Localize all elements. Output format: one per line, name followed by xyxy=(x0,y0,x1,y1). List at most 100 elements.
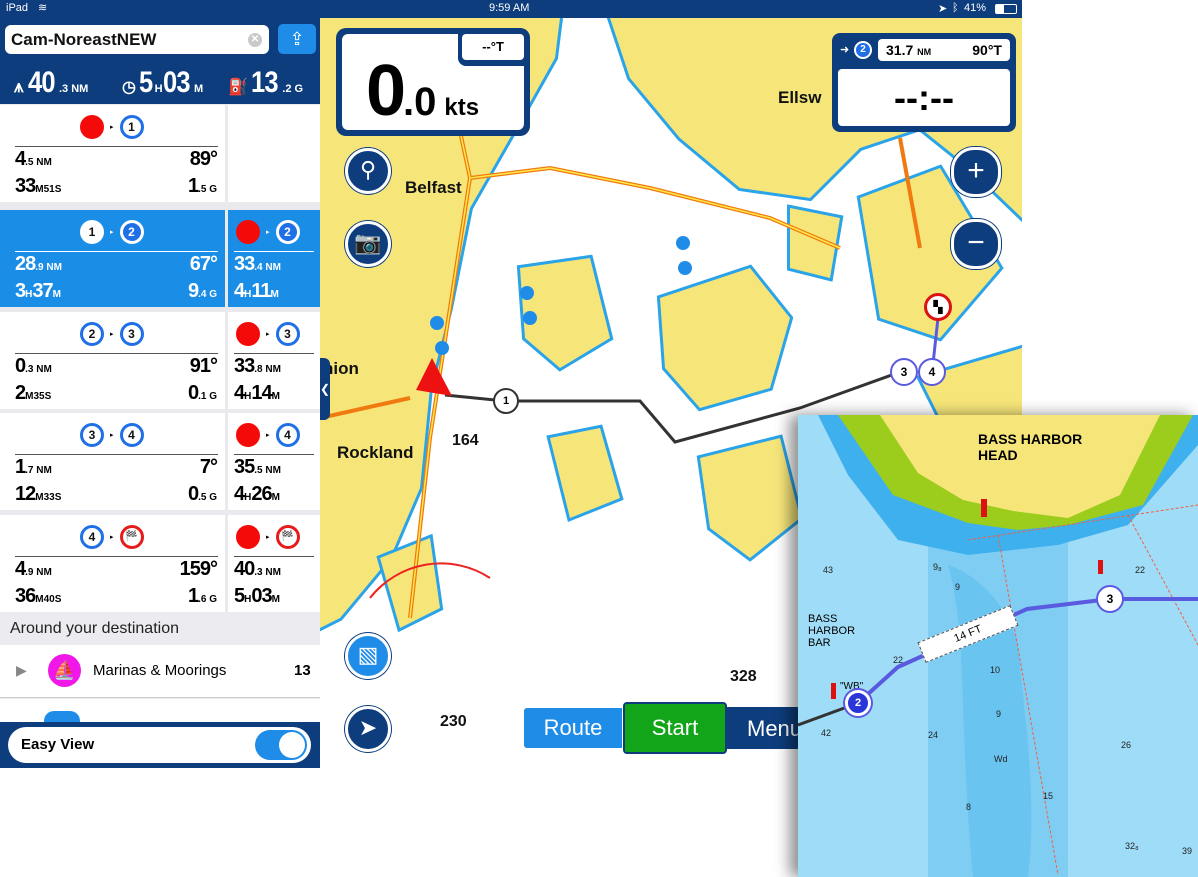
leg-distance: 28.9 NM xyxy=(15,253,62,276)
leg-fuel: 0.5 G xyxy=(188,483,217,506)
sounding-label: 26 xyxy=(1121,740,1132,750)
leg-details[interactable]: 2 ▸ 3 0.3 NM 91° 2 M35S 0.1 G xyxy=(0,312,225,409)
leg-distance: 4.5 NM xyxy=(15,148,52,171)
sounding-label: 42 xyxy=(821,728,832,738)
waypoint-3[interactable]: 3 xyxy=(1096,585,1124,613)
leg-time: 33 M51S xyxy=(15,175,61,198)
leg-time: 3 H 37 M xyxy=(15,280,61,303)
inset-chart: BASS HARBOR HEAD BASS HARBOR BAR 14 FT "WB"… xyxy=(798,415,1198,877)
value-part: 89° xyxy=(189,148,218,170)
layers-button[interactable]: ▧ xyxy=(345,633,391,679)
collapse-panel-handle[interactable]: ❮ xyxy=(320,358,330,420)
depth-label: 164 xyxy=(452,432,479,449)
leg-details[interactable]: 1 ▸ 2 28.9 NM 67° 3 H 37 M 9.4 G xyxy=(0,210,225,307)
value-part: 3 xyxy=(15,280,26,302)
waypoint-badge: 3 xyxy=(119,322,144,346)
leg-details[interactable]: 4 ▸ 🏁 4.9 NM 159° 36 M40S 1.6 G xyxy=(0,515,225,612)
value-part: 33 xyxy=(15,175,36,197)
cumulative-details[interactable]: ▸ 🏁 40.3 NM 5 H 03 M xyxy=(228,515,320,612)
cumulative-details[interactable]: ▸ 2 33.4 NM 4 H 11 M xyxy=(228,210,320,307)
leg-bearing: 67° xyxy=(190,253,218,276)
zoom-in-button[interactable]: + xyxy=(951,147,1001,197)
total-distance: ⩚ 40.3 NM xyxy=(14,66,88,100)
value-part: 03 xyxy=(162,66,191,99)
value-part: .6 G xyxy=(198,594,217,605)
menu-button[interactable]: Menu xyxy=(727,707,807,749)
minus-icon: − xyxy=(967,226,985,259)
cumulative-time: 4 H 11 M xyxy=(234,280,279,303)
value-part: 91° xyxy=(189,355,218,377)
sounding-label: 32₈ xyxy=(1125,841,1139,851)
start-point-icon xyxy=(236,220,260,244)
value-part: .5 NM xyxy=(254,465,281,476)
sounding-label: 10 xyxy=(990,665,1001,675)
sounding-label: 39 xyxy=(1182,846,1193,856)
inset-canvas xyxy=(798,415,1198,877)
next-wp-bearing: 90°T xyxy=(972,42,1002,58)
camera-icon: 📷 xyxy=(354,230,382,255)
value-part: 1 xyxy=(187,585,199,607)
leg-row[interactable]: 2 ▸ 3 0.3 NM 91° 2 M35S 0.1 G ▸ 3 33.8 NM 4H… xyxy=(0,312,320,409)
cumulative-details[interactable]: ▸ 3 33.8 NM 4 H 14 M xyxy=(228,312,320,409)
category-marinas[interactable]: ▶ ⛵ Marinas & Moorings 13 xyxy=(0,645,320,698)
easy-view-bar: Easy View xyxy=(0,722,320,768)
leg-bearing: 159° xyxy=(180,558,218,581)
sounding-label: 22 xyxy=(893,655,904,665)
category-partial[interactable] xyxy=(0,699,320,731)
leg-row[interactable]: 4 ▸ 🏁 4.9 NM 159° 36 M40S 1.6 G ▸ 🏁 40.3 NM … xyxy=(0,515,320,612)
value-part: .2 G xyxy=(282,83,304,95)
leg-details[interactable]: ▸ 1 4.5 NM 89° 33 M51S 1.5 G xyxy=(0,105,225,202)
value-part: 9 xyxy=(187,280,199,302)
arrow-icon: ▸ xyxy=(110,432,114,439)
leg-row[interactable]: 3 ▸ 4 1.7 NM 7° 12 M33S 0.5 G ▸ 4 35.5 NM 4H… xyxy=(0,413,320,510)
zoom-out-button[interactable]: − xyxy=(951,219,1001,269)
leg-row[interactable]: 1 ▸ 2 28.9 NM 67° 3 H 37 M 9.4 G ▸ 2 33.4 NM 4… xyxy=(0,210,320,307)
leg-fuel: 9.4 G xyxy=(188,280,217,303)
value-part: H xyxy=(244,492,252,503)
value-part: 26 xyxy=(251,483,272,505)
leg-row[interactable]: ▸ 1 4.5 NM 89° 33 M51S 1.5 G xyxy=(0,105,320,202)
start-button[interactable]: Start xyxy=(623,702,727,754)
arrow-icon: ▸ xyxy=(110,534,114,541)
finish-flag-icon[interactable]: ▚ xyxy=(924,293,952,321)
layers-icon: ▧ xyxy=(357,642,379,667)
value-part: M xyxy=(52,289,61,300)
value-part: 36 xyxy=(15,585,36,607)
camera-button[interactable]: 📷 xyxy=(345,221,391,267)
arrow-icon: ▸ xyxy=(110,331,114,338)
route-button[interactable]: Route xyxy=(523,707,623,749)
cumulative-distance: 33.8 NM xyxy=(234,355,281,378)
clear-icon[interactable]: ✕ xyxy=(248,33,262,47)
value-part: 7° xyxy=(199,456,218,478)
value-part: .4 G xyxy=(198,289,217,300)
battery-icon xyxy=(995,4,1017,14)
leg-details[interactable]: 3 ▸ 4 1.7 NM 7° 12 M33S 0.5 G xyxy=(0,413,225,510)
value-part: 0 xyxy=(15,355,26,377)
easy-view-toggle[interactable] xyxy=(255,730,307,760)
search-button[interactable]: ⚲ xyxy=(345,148,391,194)
clock: 9:59 AM xyxy=(489,2,530,14)
value-part: .5 G xyxy=(198,492,217,503)
next-waypoint-widget: ➜ 2 31.7 NM 90°T --:-- xyxy=(832,33,1016,132)
value-part: M xyxy=(271,391,280,402)
leg-time: 2 M35S xyxy=(15,382,51,405)
cumulative-details[interactable] xyxy=(228,105,320,202)
route-name-field[interactable]: Cam-NoreastNEW ✕ xyxy=(5,25,269,54)
waypoint-3[interactable]: 3 xyxy=(890,358,918,386)
sounding-label: 9 xyxy=(996,709,1002,719)
sounding-label: Wd xyxy=(994,754,1008,764)
waypoint-1[interactable]: 1 xyxy=(493,388,519,414)
value-part: 4 xyxy=(15,148,26,170)
fuel-icon: ⛽ xyxy=(228,79,248,96)
share-button[interactable]: ⇪ xyxy=(278,24,316,54)
waypoint-2[interactable]: 2 xyxy=(845,690,871,716)
waypoint-4[interactable]: 4 xyxy=(918,358,946,386)
value-part: M35S xyxy=(25,391,52,402)
value-part: .1 G xyxy=(198,391,217,402)
easy-view-row: Easy View xyxy=(8,727,311,763)
locate-button[interactable]: ➤ xyxy=(345,706,391,752)
next-waypoint-badge: 2 xyxy=(854,41,872,59)
waypoint-badge: 1 xyxy=(119,115,144,139)
value-part: M40S xyxy=(35,594,62,605)
cumulative-details[interactable]: ▸ 4 35.5 NM 4 H 26 M xyxy=(228,413,320,510)
